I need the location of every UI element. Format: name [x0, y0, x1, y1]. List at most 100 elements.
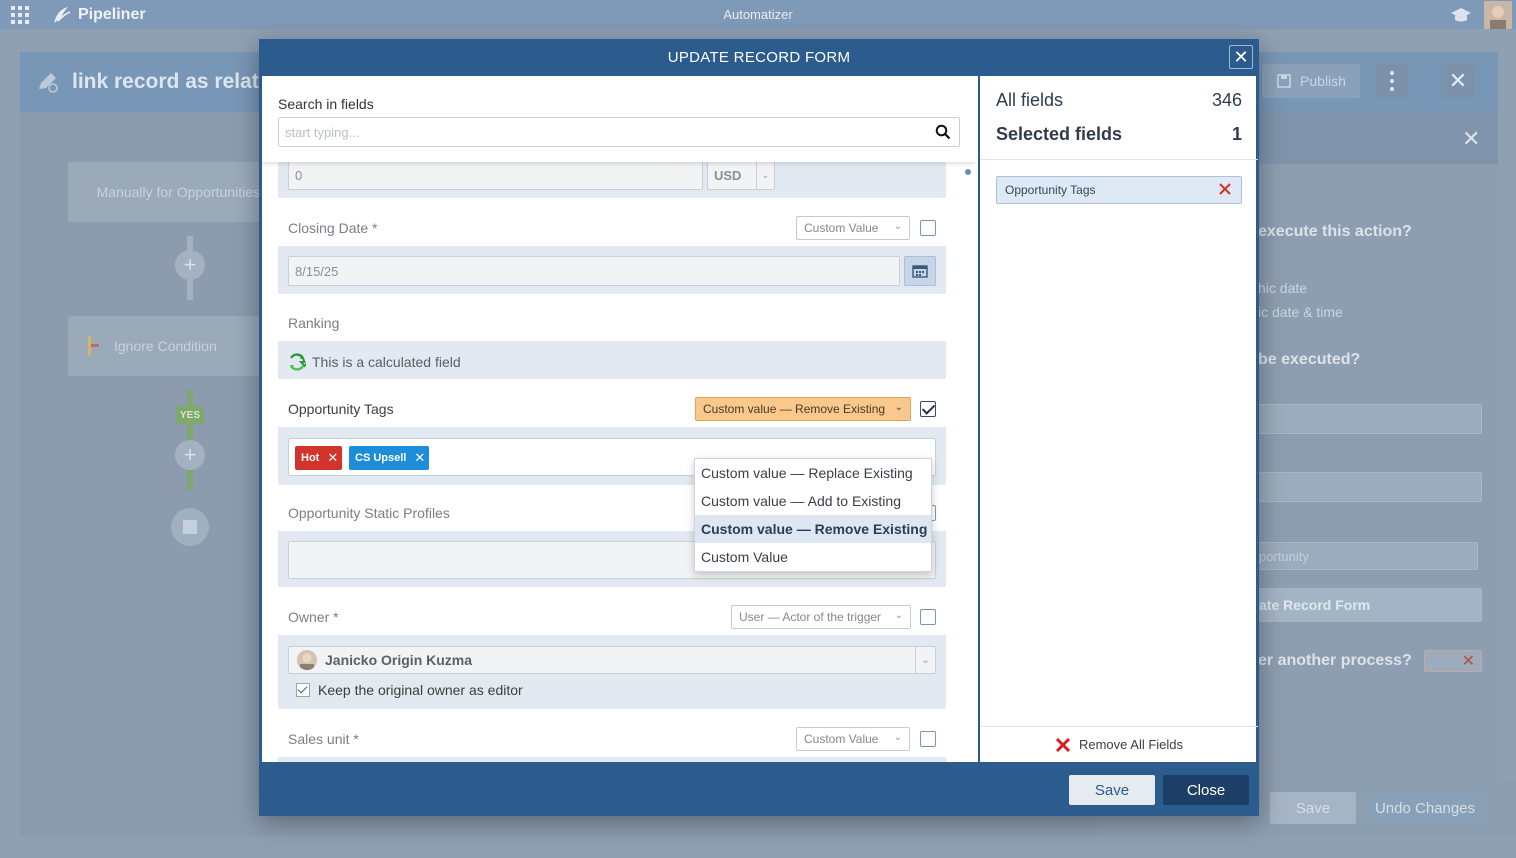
add-step-icon[interactable]: +: [175, 250, 205, 280]
trigger-node-label: Manually for Opportunities: [96, 184, 260, 200]
dropdown-option-remove-existing[interactable]: Custom value — Remove Existing: [695, 515, 931, 543]
dropdown-option-replace-existing[interactable]: Custom value — Replace Existing: [695, 459, 931, 487]
modal-close-button[interactable]: ✕: [1229, 45, 1253, 69]
settings-option-2[interactable]: ic date & time: [1258, 304, 1343, 320]
settings-select[interactable]: [1258, 472, 1482, 502]
save-button[interactable]: Save: [1069, 775, 1155, 805]
owner-mode-select[interactable]: User — Actor of the trigger ⌄: [731, 605, 911, 629]
search-box[interactable]: [278, 117, 960, 147]
tag-cs-upsell[interactable]: CS Upsell ✕: [349, 446, 430, 470]
calculated-field-note: This is a calculated field: [288, 353, 461, 371]
modal-title: UPDATE RECORD FORM: [667, 49, 851, 66]
currency-select[interactable]: USD ⌄: [707, 160, 775, 190]
owner-mode: User — Actor of the trigger: [739, 610, 882, 624]
opportunity-tags-mode-select[interactable]: Custom value — Remove Existing ⌄: [695, 397, 911, 421]
search-input[interactable]: [279, 118, 919, 146]
sales-unit-checkbox[interactable]: [920, 731, 936, 747]
closing-date-checkbox[interactable]: [920, 220, 936, 236]
field-owner: Owner * User — Actor of the trigger ⌄ Ja…: [278, 599, 946, 709]
chevron-down-icon: ⌄: [893, 221, 902, 232]
opportunity-tags-checkbox[interactable]: [920, 401, 936, 417]
amount-input[interactable]: 0: [288, 160, 703, 190]
selected-field-item[interactable]: Opportunity Tags: [996, 176, 1242, 204]
keep-owner-checkbox[interactable]: [296, 683, 310, 697]
owner-value: Janicko Origin Kuzma: [325, 652, 473, 668]
settings-input[interactable]: [1258, 404, 1482, 434]
search-icon[interactable]: [935, 124, 951, 140]
selected-fields-row: Selected fields 1: [996, 124, 1242, 145]
field-sales-unit: Sales unit * Custom Value ⌄: [278, 721, 946, 762]
closing-date-input[interactable]: 8/15/25: [288, 256, 900, 286]
update-record-form-label: ate Record Form: [1259, 597, 1371, 613]
dropdown-option-custom-value[interactable]: Custom Value: [695, 543, 931, 571]
settings-save-button[interactable]: Save: [1270, 792, 1356, 824]
toggle-switch[interactable]: ✕: [1424, 650, 1482, 672]
owner-avatar: [297, 650, 317, 670]
currency-value: USD: [714, 167, 742, 183]
publish-button[interactable]: Publish: [1262, 64, 1360, 98]
undo-changes-button[interactable]: Undo Changes: [1366, 792, 1484, 824]
dropdown-option-add-to-existing[interactable]: Custom value — Add to Existing: [695, 487, 931, 515]
all-fields-count: 346: [1211, 90, 1242, 110]
remove-all-fields-button[interactable]: Remove All Fields: [980, 726, 1258, 762]
selected-fields-count: 1: [1231, 124, 1242, 144]
closing-date-mode-select[interactable]: Custom Value ⌄: [796, 216, 910, 240]
tag-cs-upsell-label: CS Upsell: [355, 452, 407, 464]
owner-checkbox[interactable]: [920, 609, 936, 625]
remove-field-icon[interactable]: [1217, 181, 1233, 197]
owner-header: Owner * User — Actor of the trigger ⌄: [278, 599, 946, 635]
sales-unit-header: Sales unit * Custom Value ⌄: [278, 721, 946, 757]
tag-hot[interactable]: Hot ✕: [295, 446, 343, 470]
trigger-node[interactable]: Manually for Opportunities: [68, 162, 260, 222]
selected-fields-label: Selected fields: [996, 124, 1123, 144]
close-button[interactable]: Close: [1163, 775, 1249, 805]
sales-unit-mode: Custom Value: [804, 732, 879, 746]
ranking-label: Ranking: [288, 315, 340, 331]
owner-label: Owner *: [288, 609, 339, 625]
field-closing-date: Closing Date * Custom Value ⌄ 8/15/25: [278, 210, 946, 294]
lightning-icon: [82, 190, 85, 194]
field-amount: 0 USD ⌄: [278, 156, 946, 198]
close-settings-icon[interactable]: ✕: [1462, 126, 1480, 152]
closing-date-mode: Custom Value: [804, 221, 879, 235]
graduation-cap-icon[interactable]: [1450, 5, 1472, 25]
sales-unit-mode-select[interactable]: Custom Value ⌄: [796, 727, 910, 751]
remove-tag-icon[interactable]: ✕: [327, 450, 338, 466]
condition-icon: [88, 336, 99, 356]
settings-question-2: be executed?: [1258, 351, 1361, 368]
remove-tag-icon[interactable]: ✕: [414, 450, 425, 466]
update-record-form-modal: UPDATE RECORD FORM ✕ Search in fields 0: [259, 39, 1259, 816]
publish-label: Publish: [1300, 73, 1346, 89]
condition-node[interactable]: Ignore Condition: [68, 316, 260, 376]
owner-select[interactable]: Janicko Origin Kuzma ⌄: [288, 646, 936, 674]
edit-process-icon: [39, 73, 58, 93]
sales-unit-label: Sales unit *: [288, 731, 359, 747]
add-step-yes-icon[interactable]: +: [175, 440, 205, 470]
search-area: Search in fields: [262, 76, 976, 162]
condition-node-label: Ignore Condition: [114, 338, 217, 354]
settings-option-1[interactable]: hic date: [1258, 280, 1307, 296]
tag-hot-label: Hot: [301, 452, 320, 464]
stop-node-icon[interactable]: [171, 508, 209, 546]
process-title: link record as related: [72, 70, 284, 93]
more-options-icon[interactable]: [1375, 64, 1409, 98]
keep-owner-label: Keep the original owner as editor: [318, 682, 523, 698]
yes-badge: YES: [176, 406, 204, 424]
update-record-form-button[interactable]: ate Record Form: [1258, 588, 1482, 622]
chevron-down-icon: ⌄: [894, 610, 903, 621]
user-avatar[interactable]: [1484, 1, 1512, 29]
scrollbar-indicator[interactable]: [965, 169, 971, 175]
all-fields-row: All fields 346: [996, 90, 1242, 111]
user-face-icon: [1484, 1, 1512, 29]
settings-question-3: er another process?: [1258, 652, 1412, 669]
static-profiles-label: Opportunity Static Profiles: [288, 505, 450, 521]
top-bar: Pipeliner Automatizer: [0, 0, 1516, 29]
calendar-button[interactable]: [904, 256, 936, 286]
close-process-button[interactable]: ✕: [1441, 64, 1475, 98]
keep-owner-option[interactable]: Keep the original owner as editor: [296, 682, 523, 698]
chevron-down-icon: ⌄: [893, 732, 902, 743]
settings-question-1: execute this action?: [1258, 223, 1412, 240]
settings-object-select[interactable]: portunity: [1258, 542, 1478, 570]
fields-summary: All fields 346 Selected fields 1: [980, 76, 1258, 160]
publish-icon: [1277, 74, 1291, 88]
